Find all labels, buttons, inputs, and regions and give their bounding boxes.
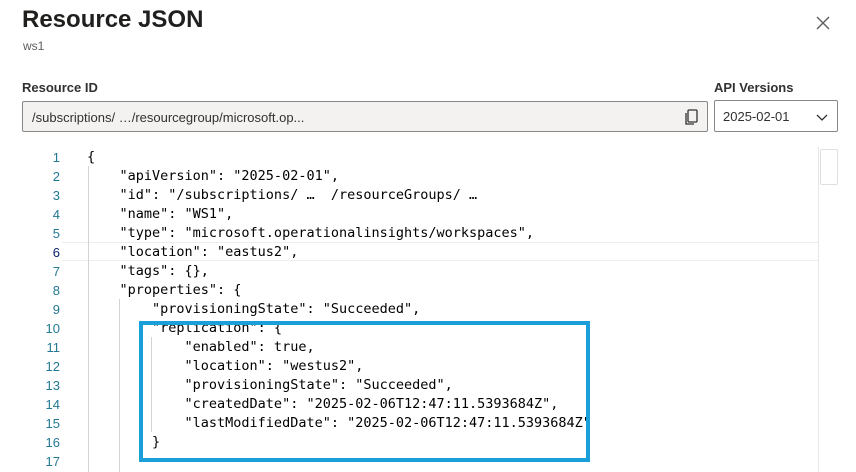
replication-highlight-box bbox=[139, 321, 590, 462]
line-number: 5 bbox=[52, 226, 60, 241]
line-number: 8 bbox=[52, 283, 60, 298]
api-versions-label: API Versions bbox=[714, 80, 794, 95]
close-button[interactable] bbox=[812, 12, 834, 34]
panel-subtitle: ws1 bbox=[23, 39, 45, 53]
code-line: "name": "WS1", bbox=[87, 206, 234, 222]
api-version-dropdown[interactable]: 2025-02-01 bbox=[714, 100, 838, 132]
line-number: 6 bbox=[52, 245, 60, 260]
line-number: 16 bbox=[45, 435, 60, 450]
code-line: "properties": { bbox=[87, 282, 242, 298]
line-number: 2 bbox=[52, 169, 60, 184]
line-number: 11 bbox=[46, 340, 61, 355]
code-line: "tags": {}, bbox=[87, 263, 209, 279]
copy-button[interactable] bbox=[681, 107, 701, 127]
line-number: 10 bbox=[45, 321, 60, 336]
line-number: 1 bbox=[52, 150, 60, 165]
line-number: 3 bbox=[52, 188, 60, 203]
line-number: 13 bbox=[45, 378, 60, 393]
copy-icon bbox=[685, 109, 698, 125]
resource-id-label: Resource ID bbox=[22, 80, 98, 95]
line-number: 7 bbox=[52, 264, 60, 279]
code-line: "provisioningState": "Succeeded", bbox=[87, 301, 421, 317]
line-number: 12 bbox=[45, 359, 60, 374]
resource-id-field[interactable]: /subscriptions/ …/resourcegroup/microsof… bbox=[22, 101, 708, 132]
line-number: 15 bbox=[45, 416, 60, 431]
close-icon bbox=[816, 16, 830, 30]
api-version-selected: 2025-02-01 bbox=[723, 109, 790, 124]
line-number: 4 bbox=[52, 207, 60, 222]
code-line: { bbox=[87, 149, 96, 165]
editor-scrollbar[interactable] bbox=[818, 147, 837, 472]
chevron-down-icon bbox=[816, 114, 828, 121]
panel-title: Resource JSON bbox=[22, 6, 204, 33]
line-number: 14 bbox=[45, 397, 60, 412]
resource-id-value: /subscriptions/ …/resourcegroup/microsof… bbox=[32, 110, 305, 125]
line-number: 9 bbox=[52, 302, 60, 317]
scrollbar-thumb[interactable] bbox=[820, 149, 838, 185]
line-number: 17 bbox=[45, 454, 60, 469]
code-line: "apiVersion": "2025-02-01", bbox=[87, 168, 339, 184]
code-line: "id": "/subscriptions/ … /resourceGroups… bbox=[87, 187, 478, 203]
code-line: "location": "eastus2", bbox=[87, 244, 299, 260]
code-line: "type": "microsoft.operationalinsights/w… bbox=[87, 225, 535, 241]
